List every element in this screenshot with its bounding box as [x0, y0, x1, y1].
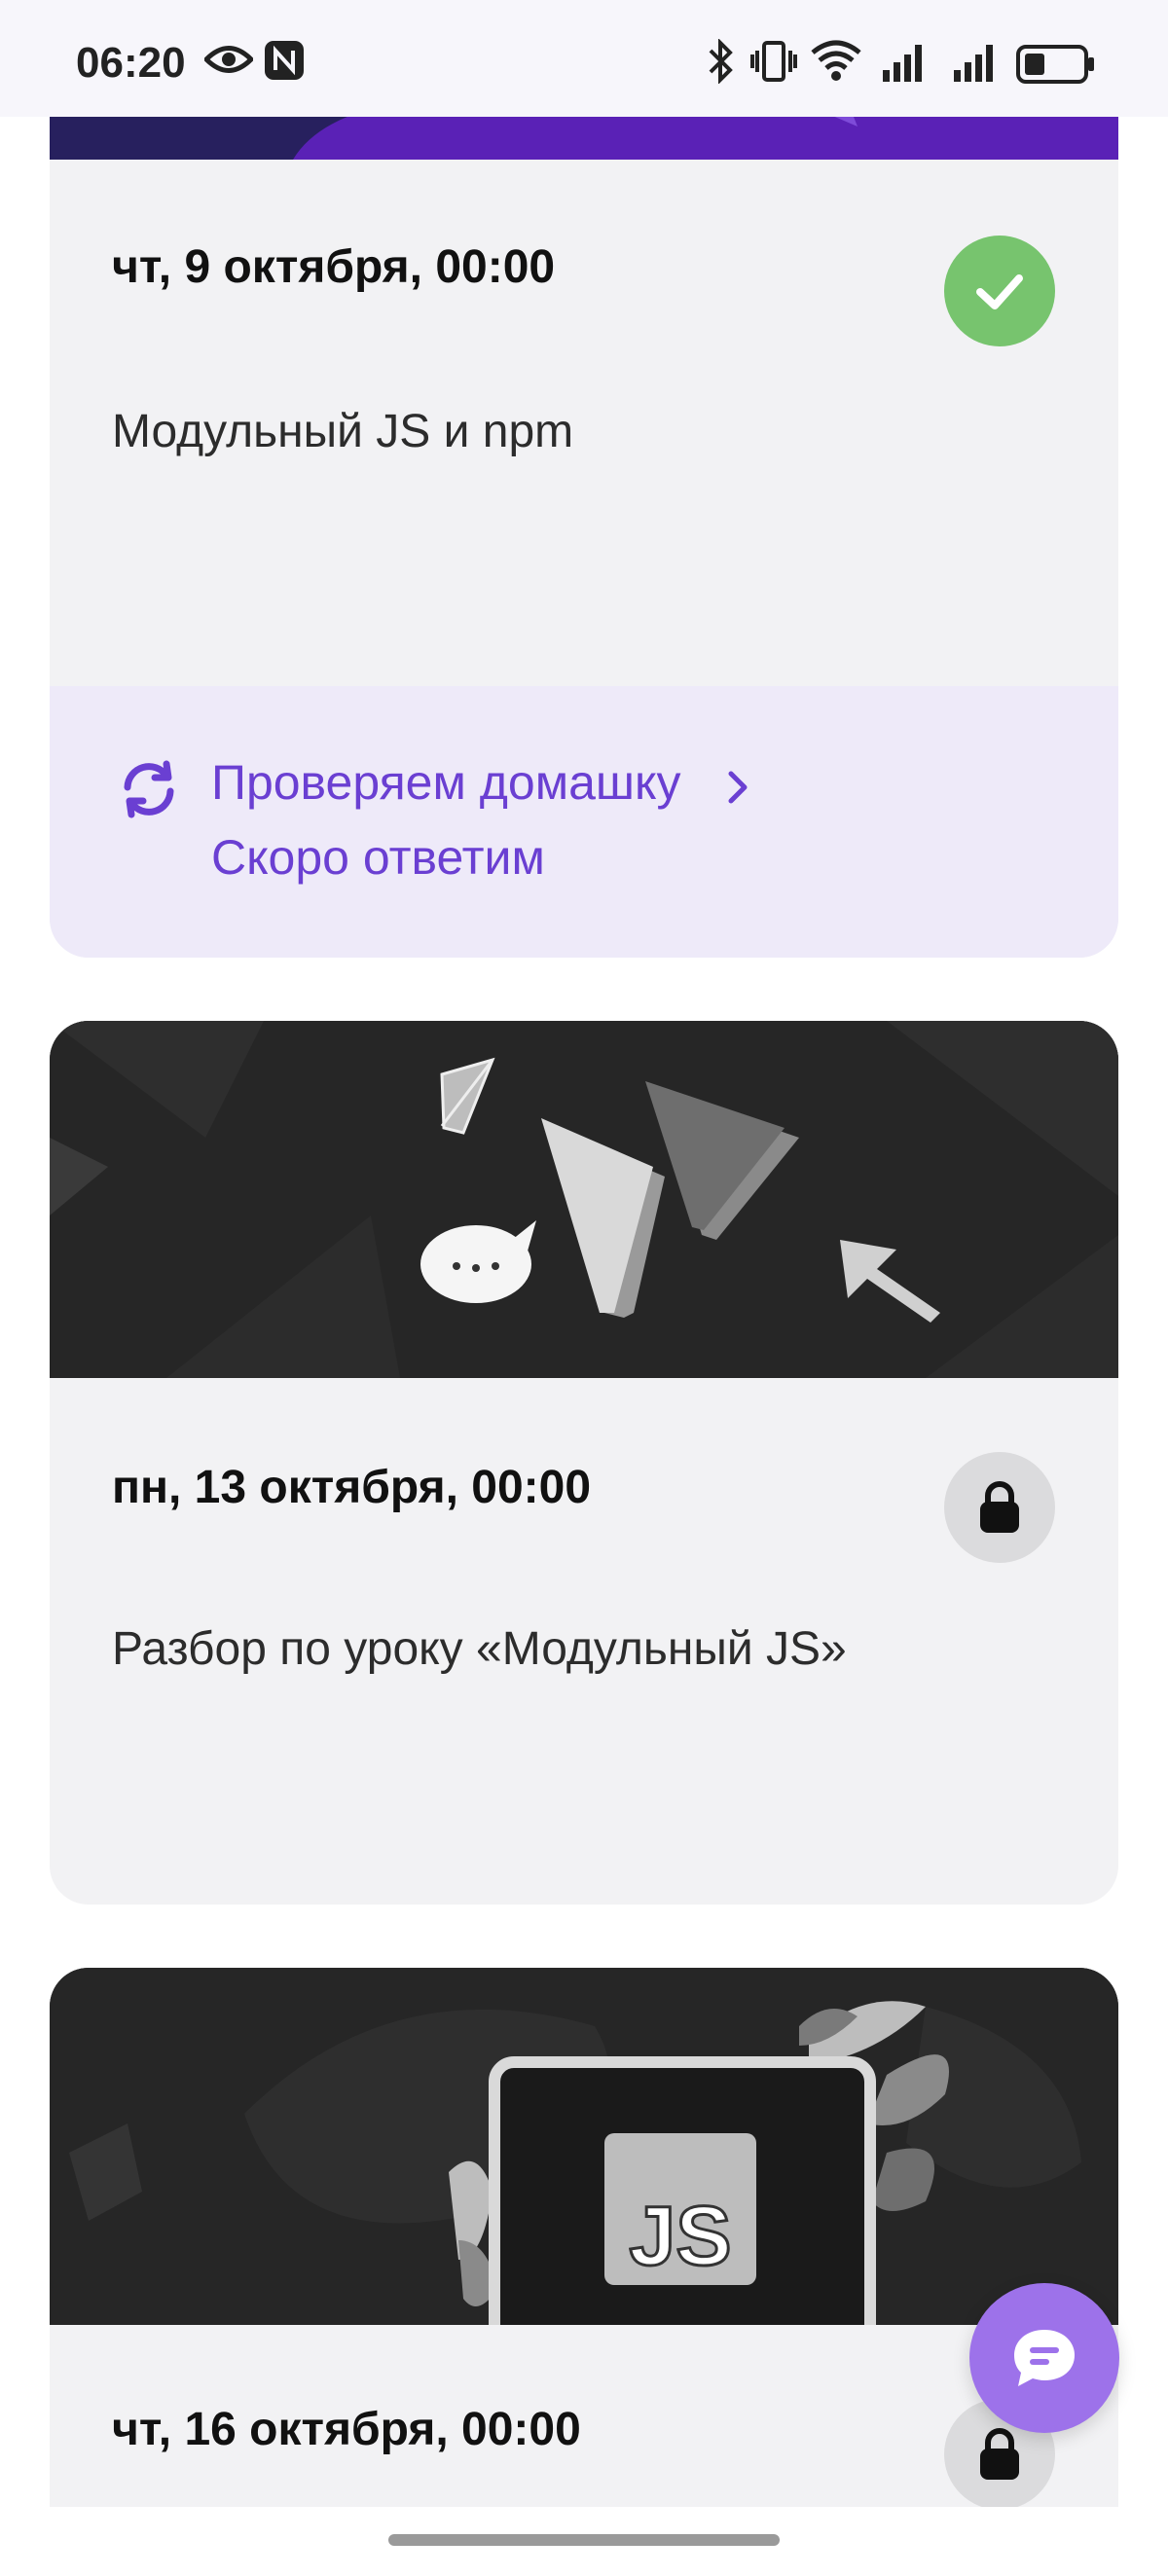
js-logo-text: JS [629, 2190, 731, 2283]
lock-icon [980, 2428, 1019, 2480]
signal-icon [954, 45, 993, 82]
done-status [944, 236, 1055, 346]
vibrate-icon [750, 41, 797, 82]
chevron-right-icon [728, 771, 748, 804]
checkmark-icon [976, 274, 1023, 309]
lesson-card[interactable]: пн, 13 октября, 00:00 Разбор по уроку «М… [50, 1021, 1118, 1905]
lesson-date: чт, 9 октября, 00:00 [112, 241, 556, 293]
lesson-title: Разбор по уроку «Модульный JS» [112, 1623, 847, 1675]
chat-button[interactable] [969, 2283, 1119, 2433]
bluetooth-icon [709, 39, 733, 84]
homework-status-title: Проверяем домашку [211, 755, 681, 810]
home-indicator[interactable] [388, 2534, 780, 2546]
wifi-icon [811, 40, 861, 81]
locked-status [944, 1452, 1055, 1563]
lesson-card[interactable]: чт, 9 октября, 00:00 Модульный JS и npm … [50, 58, 1118, 958]
homework-status[interactable]: Проверяем домашку Скоро ответим [50, 686, 1118, 958]
battery-icon [1016, 45, 1094, 84]
lesson-title: Модульный JS и npm [112, 406, 574, 457]
nfc-icon [265, 41, 304, 80]
signal-icon [883, 45, 922, 82]
lesson-date: пн, 13 октября, 00:00 [112, 1462, 592, 1513]
eye-icon [204, 46, 253, 73]
status-time: 06:20 [76, 39, 186, 87]
chat-icon [1014, 2330, 1075, 2386]
lesson-card[interactable]: JS чт, 16 октября, 00:00 [50, 1968, 1118, 2507]
lesson-banner [50, 1021, 1118, 1378]
lesson-date: чт, 16 октября, 00:00 [112, 2404, 581, 2455]
lock-icon [980, 1481, 1019, 1533]
lesson-banner: JS [50, 1968, 1118, 2325]
status-bar: 06:20 [0, 0, 1168, 117]
refresh-icon [124, 760, 174, 818]
homework-status-subtitle: Скоро ответим [211, 830, 545, 885]
